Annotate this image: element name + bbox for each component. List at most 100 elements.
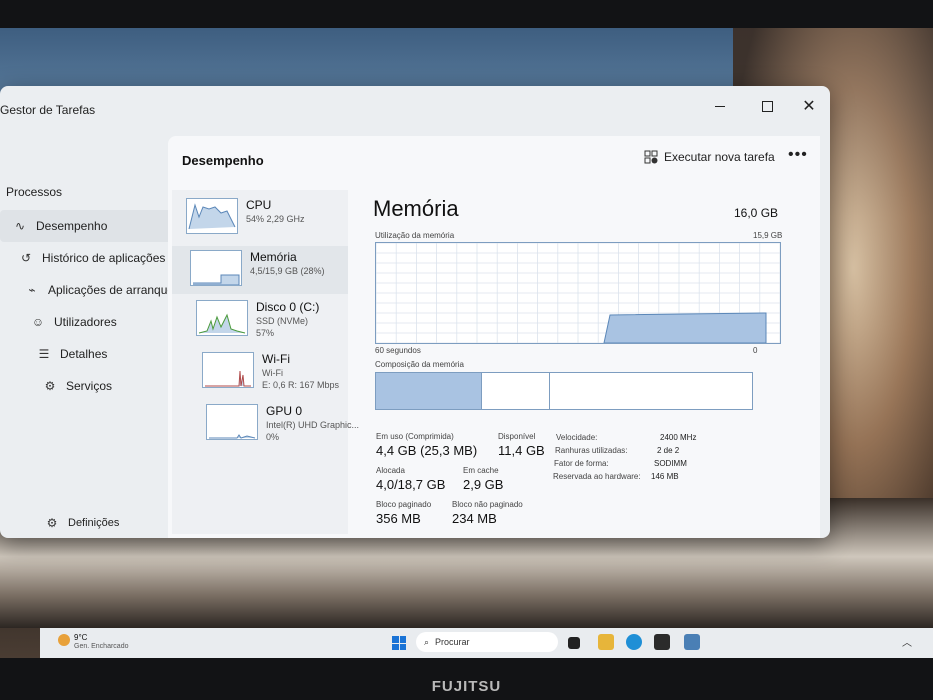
list-icon: ☰: [38, 347, 50, 361]
property-label: Fator de forma:: [554, 459, 609, 468]
device-subtitle: SSD (NVMe): [256, 316, 309, 326]
device-thumbnail: [206, 404, 258, 440]
device-subtitle: Wi-Fi: [262, 368, 283, 378]
task-manager-window: Gestor de Tarefas ✕ Processos ∿ Desempenho…: [0, 86, 830, 538]
gear-icon: ⚙: [46, 516, 58, 530]
more-options-button[interactable]: •••: [788, 146, 808, 164]
maximize-button[interactable]: [747, 92, 787, 120]
sidebar-item-label: Histórico de aplicações: [42, 251, 166, 265]
device-name: CPU: [246, 198, 272, 212]
sidebar-item-7[interactable]: ⚙ Serviços: [0, 370, 180, 402]
time-axis-right: 0: [753, 346, 758, 355]
search-placeholder: Procurar: [435, 637, 470, 647]
composition-segment: [550, 373, 752, 409]
pulse-icon: ∿: [14, 219, 26, 233]
cached-label: Em cache: [463, 466, 499, 475]
file-explorer-icon[interactable]: [598, 634, 614, 650]
sidebar-item-5[interactable]: ☺ Utilizadores: [0, 306, 180, 338]
device-name: Wi-Fi: [262, 352, 290, 366]
settings-label: Definições: [68, 517, 120, 529]
history-icon: ↺: [20, 251, 32, 265]
device-item[interactable]: CPU 54% 2,29 GHz: [172, 194, 348, 242]
in-use-label: Em uso (Comprimida): [376, 432, 454, 441]
sidebar-item-label: Processos: [6, 185, 63, 199]
store-icon[interactable]: [654, 634, 670, 650]
run-new-task-button[interactable]: Executar nova tarefa: [644, 150, 775, 164]
memory-usage-graph: [375, 242, 781, 344]
device-name: Memória: [250, 250, 297, 264]
committed-label: Alocada: [376, 466, 405, 475]
app-title: Gestor de Tarefas: [0, 103, 96, 117]
close-icon: ✕: [802, 98, 816, 115]
in-use-value: 4,4 GB (25,3 MB): [376, 443, 478, 458]
nonpaged-pool-label: Bloco não paginado: [452, 500, 523, 509]
services-icon: ⚙: [44, 379, 56, 393]
device-item[interactable]: Memória 4,5/15,9 GB (28%): [172, 246, 348, 294]
task-manager-taskbar-icon[interactable]: [684, 634, 700, 650]
sidebar-nav: Processos ∿ Desempenho ↺ Histórico de aplica…: [0, 176, 184, 402]
sidebar-item-label: Desempenho: [36, 219, 108, 233]
time-axis-left: 60 segundos: [375, 346, 421, 355]
taskbar-search[interactable]: ⌕ Procurar: [416, 632, 558, 652]
search-icon: ⌕: [424, 636, 430, 647]
device-detail: 0%: [266, 432, 280, 442]
sidebar-item-label: Utilizadores: [54, 315, 117, 329]
startup-icon: ⌁: [28, 283, 36, 297]
cached-value: 2,9 GB: [463, 477, 504, 492]
sidebar-item-label: Serviços: [66, 379, 113, 393]
composition-segment: [481, 373, 551, 409]
property-label: Ranhuras utilizadas:: [555, 446, 628, 455]
composition-label: Composição da memória: [375, 360, 464, 369]
sidebar-item-4[interactable]: ⌁ Aplicações de arranque: [0, 274, 180, 306]
monitor-brand-logo: FUJITSU: [431, 678, 502, 695]
property-value: 2400 MHz: [660, 433, 697, 442]
sidebar-item-3[interactable]: ↺ Histórico de aplicações: [0, 242, 180, 274]
device-thumbnail: [196, 300, 248, 336]
new-task-icon: [644, 150, 658, 164]
composition-segment: [376, 373, 482, 409]
sidebar-item-label: Detalhes: [60, 347, 108, 361]
start-button[interactable]: [392, 636, 406, 650]
device-item[interactable]: Wi-Fi Wi-Fi E: 0,6 R: 167 Mbps: [172, 348, 348, 396]
tray-chevron-icon[interactable]: ︿: [902, 634, 912, 649]
minimize-button[interactable]: [700, 92, 740, 120]
device-detail: E: 0,6 R: 167 Mbps: [262, 380, 340, 390]
available-label: Disponível: [498, 432, 536, 441]
paged-pool-label: Bloco paginado: [376, 500, 432, 509]
minimize-icon: [715, 105, 725, 107]
sidebar-item-1[interactable]: Processos: [0, 176, 180, 208]
device-detail: 57%: [256, 328, 275, 338]
taskbar: 9°C Gen. Encharcado ⌕ Procurar ︿: [40, 628, 933, 658]
settings-button[interactable]: ⚙ Definições: [44, 516, 120, 530]
nonpaged-pool-value: 234 MB: [452, 511, 497, 526]
property-label: Reservada ao hardware:: [553, 472, 641, 481]
edge-icon[interactable]: [626, 634, 642, 650]
memory-total: 16,0 GB: [734, 206, 779, 220]
maximize-icon: [761, 100, 773, 112]
panel-title: Desempenho: [182, 153, 264, 168]
usage-max: 15,9 GB: [753, 231, 783, 240]
sidebar-item-6[interactable]: ☰ Detalhes: [0, 338, 180, 370]
weather-temp: 9°C: [74, 633, 88, 642]
device-item[interactable]: GPU 0 Intel(R) UHD Graphic... 0%: [172, 400, 359, 448]
property-label: Velocidade:: [556, 433, 598, 442]
device-list: CPU 54% 2,29 GHz Memória 4,5/15,9 GB (28%) D…: [172, 190, 359, 534]
memory-composition-bar: [375, 372, 753, 410]
paged-pool-value: 356 MB: [376, 511, 421, 526]
performance-panel: Desempenho Executar nova tarefa ••• CPU 5…: [168, 136, 820, 538]
device-name: Disco 0 (C:): [256, 300, 320, 314]
run-new-task-label: Executar nova tarefa: [664, 150, 775, 164]
device-subtitle: 4,5/15,9 GB (28%): [250, 266, 325, 276]
weather-widget[interactable]: 9°C Gen. Encharcado: [58, 633, 128, 650]
memory-title: Memória: [373, 196, 459, 221]
task-view-icon[interactable]: [568, 637, 580, 649]
sidebar-item-label: Aplicações de arranque: [48, 283, 175, 297]
device-thumbnail: [186, 198, 238, 234]
device-subtitle: 54% 2,29 GHz: [246, 214, 305, 224]
device-item[interactable]: Disco 0 (C:) SSD (NVMe) 57%: [172, 296, 348, 344]
property-value: 146 MB: [651, 472, 679, 481]
sidebar-item-2[interactable]: ∿ Desempenho: [0, 210, 184, 242]
close-button[interactable]: ✕: [789, 92, 829, 120]
usage-label: Utilização da memória: [375, 231, 455, 240]
device-thumbnail: [202, 352, 254, 388]
